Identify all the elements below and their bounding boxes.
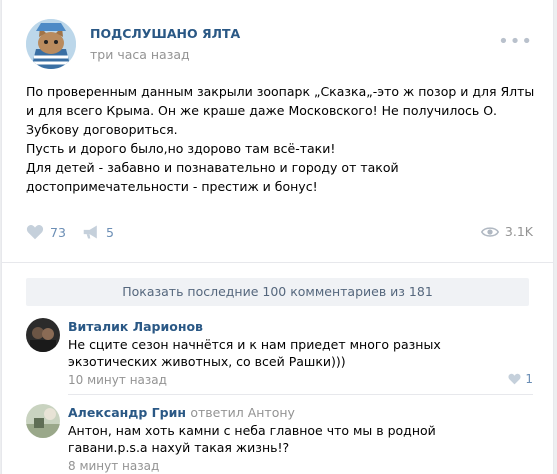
share-button[interactable]: 5 <box>82 224 114 240</box>
avatar[interactable] <box>26 404 60 438</box>
views-count: 3.1K <box>504 224 533 239</box>
post-header: ПОДСЛУШАНО ЯЛТА три часа назад ••• <box>26 19 533 75</box>
group-name-link[interactable]: ПОДСЛУШАНО ЯЛТА <box>90 26 240 41</box>
like-button[interactable]: 73 <box>26 224 66 240</box>
avatar[interactable] <box>26 318 60 352</box>
post-text-line: Пусть и дорого было,но здорово там всё-т… <box>26 141 336 156</box>
more-options-icon[interactable]: ••• <box>498 31 533 52</box>
divider <box>2 262 553 263</box>
divider <box>68 394 533 395</box>
share-count: 5 <box>106 224 114 240</box>
comment-time[interactable]: 8 минут назад <box>68 459 159 473</box>
views-counter: 3.1K <box>480 224 533 239</box>
comment-text: Не сците сезон начнётся и к нам приедет … <box>68 337 441 369</box>
comment: Виталик Ларионов Не сците сезон начнётся… <box>26 318 533 395</box>
comment: Александр Грин ответил Антону Антон, нам… <box>26 404 533 474</box>
comment-text: Антон, нам хоть камни с неба главное что… <box>68 423 436 455</box>
comment-like-button[interactable]: 1 <box>508 372 533 386</box>
megaphone-icon <box>83 225 97 239</box>
comment-author-name[interactable]: Александр Грин <box>68 405 186 420</box>
comment-time[interactable]: 10 минут назад <box>68 373 167 387</box>
heart-icon <box>508 373 521 385</box>
heart-icon <box>26 225 44 240</box>
comment-like-count: 1 <box>525 372 533 386</box>
post-text-line: По проверенным данным закрыли зоопарк „С… <box>26 84 535 137</box>
post-text: По проверенным данным закрыли зоопарк „С… <box>26 82 536 196</box>
post-text-line: Для детей - забавно и познавательно и го… <box>26 160 399 194</box>
comment-author-name[interactable]: Виталик Ларионов <box>68 319 203 334</box>
group-avatar[interactable] <box>26 19 76 69</box>
reply-to-label[interactable]: ответил Антону <box>190 405 295 420</box>
post-actions: 73 5 3.1K <box>26 224 533 246</box>
like-count: 73 <box>50 224 66 240</box>
comment-author[interactable]: Виталик Ларионов <box>68 319 203 334</box>
show-more-comments-button[interactable]: Показать последние 100 комментариев из 1… <box>26 278 529 306</box>
post-time[interactable]: три часа назад <box>90 47 190 62</box>
comment-author[interactable]: Александр Грин ответил Антону <box>68 405 295 420</box>
eye-icon <box>480 226 499 237</box>
post-card: ПОДСЛУШАНО ЯЛТА три часа назад ••• По пр… <box>1 0 554 474</box>
